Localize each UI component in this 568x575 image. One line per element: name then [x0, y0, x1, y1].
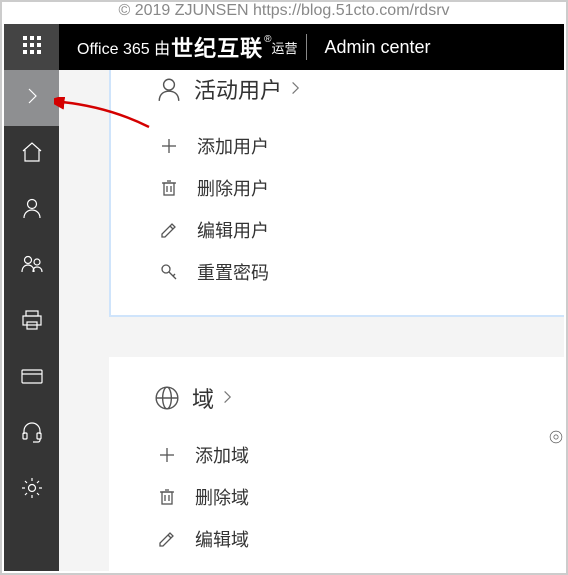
action-add-domain[interactable]: 添加域: [157, 434, 564, 476]
card-header-active-users[interactable]: 活动用户: [111, 70, 564, 125]
action-label: 添加用户: [189, 133, 269, 159]
globe-icon: [154, 385, 184, 411]
left-nav: [4, 70, 59, 571]
brand-operator: 世纪互联: [170, 31, 264, 63]
headset-icon: [20, 420, 44, 449]
group-icon: [20, 252, 44, 281]
action-check-domain-health[interactable]: 检查运行状况: [157, 560, 564, 571]
content-area: 活动用户 添加用户 删除用户: [59, 70, 564, 571]
action-reset-password[interactable]: 重置密码: [159, 251, 564, 293]
sidebar-item-settings[interactable]: [4, 462, 59, 518]
admin-center-label: Admin center: [325, 37, 441, 58]
brand-label: Office 365 由 世纪互联 ® 运营 Admin center: [59, 31, 564, 63]
action-label: 编辑域: [187, 526, 249, 552]
action-edit-user[interactable]: 编辑用户: [159, 209, 564, 251]
watermark-text: © 2019 ZJUNSEN https://blog.51cto.com/rd…: [2, 2, 566, 20]
sidebar-expand-toggle[interactable]: [4, 70, 59, 126]
trash-icon: [159, 178, 189, 198]
action-label: 编辑用户: [189, 217, 269, 243]
action-edit-domain[interactable]: 编辑域: [157, 518, 564, 560]
pencil-icon: [159, 220, 189, 240]
card-header-domains[interactable]: 域: [109, 377, 564, 434]
user-icon: [156, 76, 186, 102]
reg-mark: ®: [264, 34, 271, 45]
key-icon: [159, 262, 189, 282]
plus-icon: [157, 445, 187, 465]
home-icon: [20, 140, 44, 169]
card-title: 域: [184, 382, 219, 414]
brand-prefix: Office 365 由: [77, 35, 170, 59]
suite-header: Office 365 由 世纪互联 ® 运营 Admin center: [4, 24, 564, 70]
sidebar-item-users[interactable]: [4, 182, 59, 238]
plus-icon: [159, 136, 189, 156]
domains-action-list: 添加域 删除域 编辑域: [109, 434, 564, 571]
card-active-users: 活动用户 添加用户 删除用户: [109, 70, 564, 317]
action-label: 重置密码: [189, 259, 269, 285]
sidebar-item-resources[interactable]: [4, 294, 59, 350]
action-label: 添加域: [187, 442, 249, 468]
action-delete-user[interactable]: 删除用户: [159, 167, 564, 209]
sidebar-item-billing[interactable]: [4, 350, 59, 406]
card-title: 活动用户: [186, 73, 287, 105]
header-divider: [306, 34, 307, 60]
action-add-user[interactable]: 添加用户: [159, 125, 564, 167]
brand-suffix: 运营: [271, 38, 297, 57]
users-action-list: 添加用户 删除用户 编辑用户: [111, 125, 564, 315]
app-launcher-button[interactable]: [4, 24, 59, 70]
pencil-icon: [157, 529, 187, 549]
action-label: 删除域: [187, 484, 249, 510]
sidebar-item-groups[interactable]: [4, 238, 59, 294]
trash-icon: [157, 487, 187, 507]
gear-icon: [20, 476, 44, 505]
action-label: 删除用户: [189, 175, 269, 201]
waffle-icon: [22, 35, 42, 60]
chevron-right-icon: [219, 385, 235, 411]
action-delete-domain[interactable]: 删除域: [157, 476, 564, 518]
chevron-right-icon: [22, 86, 42, 111]
sidebar-item-support[interactable]: [4, 406, 59, 462]
user-icon: [20, 196, 44, 225]
support-card-peek-icon: [548, 422, 564, 452]
card-domains: 域 添加域 删除域: [109, 357, 564, 571]
credit-card-icon: [20, 364, 44, 393]
chevron-right-icon: [287, 76, 303, 102]
sidebar-item-home[interactable]: [4, 126, 59, 182]
action-label: 检查运行状况: [187, 568, 303, 571]
printer-icon: [20, 308, 44, 337]
